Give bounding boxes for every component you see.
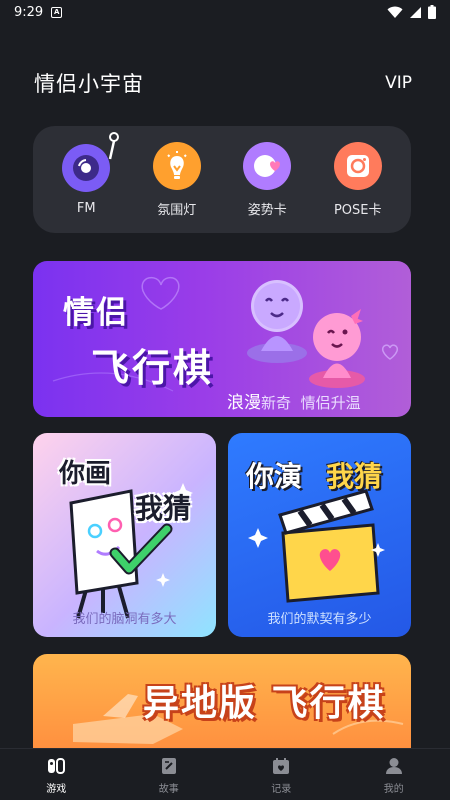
tool-label: FM <box>76 200 96 216</box>
subtitle-part-c: 情侣升温 <box>300 394 361 412</box>
draw-guess-word1: 你画 <box>59 459 112 489</box>
user-icon <box>383 755 405 777</box>
tab-label: 记录 <box>271 783 292 795</box>
tab-games[interactable]: 游戏 <box>21 755 91 795</box>
vip-button[interactable]: VIP <box>385 73 412 93</box>
tab-label: 游戏 <box>46 783 67 795</box>
story-edit-icon <box>158 755 180 777</box>
tab-profile[interactable]: 我的 <box>359 755 429 795</box>
remote-flying-chess-title: 异地版 飞行棋 <box>143 683 386 724</box>
gamepad-icon <box>45 755 67 777</box>
tool-label: 姿势卡 <box>247 202 287 218</box>
flying-chess-title-line2: 飞行棋 <box>91 346 215 390</box>
status-time: 9:29 <box>14 4 44 20</box>
tool-label: 氛围灯 <box>157 202 197 218</box>
battery-icon <box>428 5 436 19</box>
lamp-icon <box>152 141 201 190</box>
wifi-icon <box>387 6 403 18</box>
tab-label: 我的 <box>383 783 404 795</box>
sim-badge-icon: A <box>51 6 63 18</box>
bottom-tab-bar: 游戏 故事 记录 我的 <box>0 748 450 800</box>
act-guess-word1: 你演 <box>246 460 303 493</box>
act-guess-word2: 我猜 <box>326 460 383 493</box>
tool-label: POSE卡 <box>333 202 382 218</box>
subtitle-part-b: 新奇 <box>261 394 292 412</box>
subtitle-part-a: 浪漫 <box>227 393 261 413</box>
draw-guess-card[interactable]: 你画 我猜 我们的脑洞有多大 <box>33 433 216 637</box>
tool-lamp[interactable]: 氛围灯 <box>137 141 217 218</box>
tab-stories[interactable]: 故事 <box>134 755 204 795</box>
status-bar: 9:29 A <box>0 0 450 24</box>
tool-fm[interactable]: FM <box>46 131 126 216</box>
tab-records[interactable]: 记录 <box>246 755 316 795</box>
tools-card: FM 氛围灯 姿势卡 POSE卡 <box>33 126 411 233</box>
tool-pose-heart[interactable]: 姿势卡 <box>227 141 307 218</box>
calendar-heart-icon <box>270 755 292 777</box>
flying-chess-subtitle: 浪漫新奇 情侣升温 <box>227 388 361 413</box>
tool-pose-card[interactable]: POSE卡 <box>318 141 398 218</box>
signal-icon <box>410 6 421 18</box>
flying-chess-title-line1: 情侣 <box>63 295 129 331</box>
act-guess-card[interactable]: 你演 我猜 我们的默契有多少 <box>228 433 411 637</box>
tab-label: 故事 <box>158 783 179 795</box>
act-guess-subtitle: 我们的默契有多少 <box>267 612 372 627</box>
camera-icon <box>333 141 382 190</box>
fm-record-icon <box>62 131 120 192</box>
flying-chess-banner[interactable]: 情侣 飞行棋 浪漫新奇 情侣升温 <box>33 261 411 417</box>
draw-guess-subtitle: 我们的脑洞有多大 <box>72 612 177 627</box>
app-title: 情侣小宇宙 <box>34 72 144 96</box>
heart-card-icon <box>243 141 292 190</box>
draw-guess-word2: 我猜 <box>135 492 192 525</box>
header: 情侣小宇宙 VIP <box>34 68 412 98</box>
